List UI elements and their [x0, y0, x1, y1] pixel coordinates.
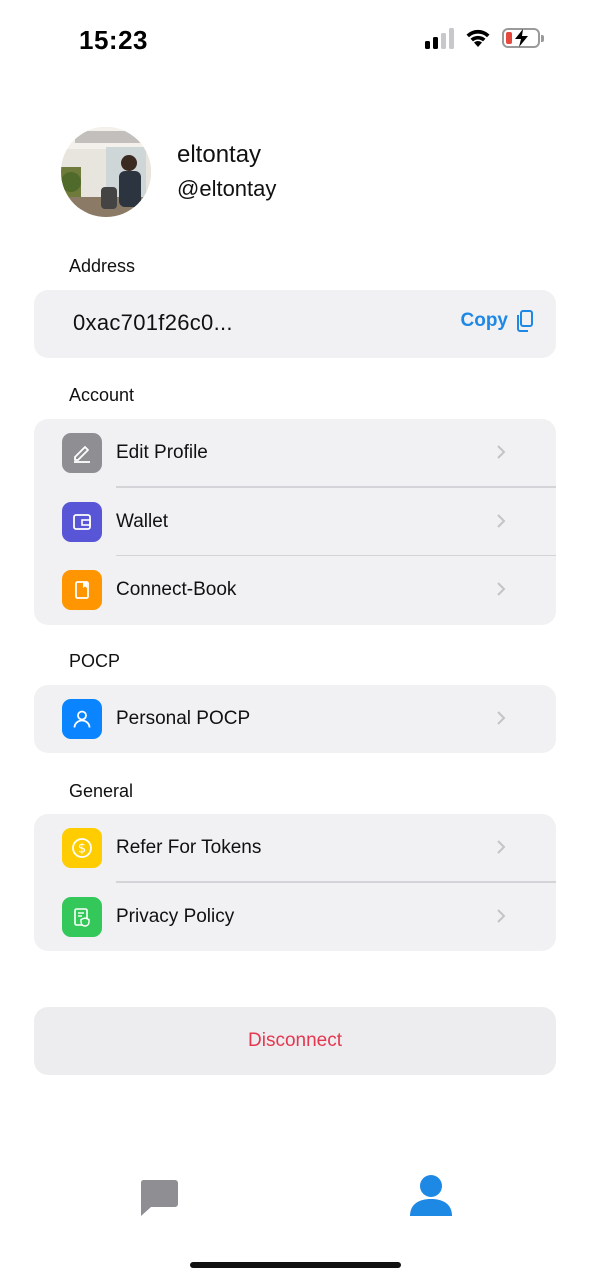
wallet-label: Wallet — [116, 510, 169, 532]
pencil-icon — [62, 433, 102, 473]
chevron-right-icon — [497, 513, 506, 528]
wifi-icon — [466, 29, 490, 47]
wallet-icon — [62, 501, 102, 542]
person-icon — [410, 1175, 452, 1216]
status-time: 15:23 — [79, 25, 148, 55]
profile-display-name: eltontay — [177, 141, 262, 168]
disconnect-button[interactable]: Disconnect — [34, 1007, 556, 1075]
privacy-policy-row[interactable]: Privacy Policy — [34, 883, 556, 952]
dollar-coin-icon: $ — [62, 828, 102, 868]
personal-pocp-label: Personal POCP — [116, 708, 251, 730]
edit-profile-row[interactable]: Edit Profile — [34, 419, 556, 488]
pocp-section-label: POCP — [69, 651, 121, 671]
home-indicator — [190, 1262, 401, 1268]
copy-icon — [517, 310, 533, 332]
address-section-label: Address — [69, 256, 136, 276]
refer-for-tokens-label: Refer For Tokens — [116, 837, 262, 859]
wallet-address: 0xac701f26c0... — [73, 310, 233, 335]
status-icons — [425, 27, 544, 49]
account-card: Edit Profile Wallet Connect-Book — [34, 419, 556, 625]
copy-label: Copy — [460, 310, 509, 331]
account-section-label: Account — [69, 385, 135, 405]
address-card: 0xac701f26c0... Copy — [34, 290, 556, 358]
connect-book-row[interactable]: Connect-Book — [34, 556, 556, 625]
wallet-row[interactable]: Wallet — [34, 488, 556, 557]
refer-for-tokens-row[interactable]: $ Refer For Tokens — [34, 814, 556, 883]
personal-pocp-row[interactable]: Personal POCP — [34, 685, 556, 754]
tab-chat[interactable] — [139, 1178, 179, 1221]
shield-document-icon — [62, 896, 102, 937]
chevron-right-icon — [497, 711, 506, 725]
profile-handle: @eltontay — [177, 176, 277, 201]
status-bar: 15:23 — [0, 0, 590, 80]
battery-charging-icon — [502, 28, 544, 48]
book-icon — [62, 570, 102, 610]
edit-profile-label: Edit Profile — [116, 442, 208, 464]
chevron-right-icon — [497, 908, 506, 923]
disconnect-label: Disconnect — [248, 1030, 342, 1051]
chat-bubble-icon — [140, 1180, 178, 1216]
general-section-label: General — [69, 781, 134, 801]
chevron-right-icon — [497, 445, 506, 459]
privacy-policy-label: Privacy Policy — [116, 905, 235, 927]
person-icon — [62, 699, 102, 739]
cellular-signal-icon — [425, 27, 454, 49]
chevron-right-icon — [497, 840, 506, 854]
general-card: $ Refer For Tokens Privacy Policy — [34, 814, 556, 951]
chevron-right-icon — [497, 582, 506, 596]
tab-profile[interactable] — [409, 1174, 453, 1223]
avatar — [61, 127, 151, 217]
svg-text:$: $ — [78, 842, 86, 857]
pocp-card: Personal POCP — [34, 685, 556, 753]
copy-address-button[interactable]: Copy — [461, 310, 535, 332]
connect-book-label: Connect-Book — [116, 579, 237, 601]
